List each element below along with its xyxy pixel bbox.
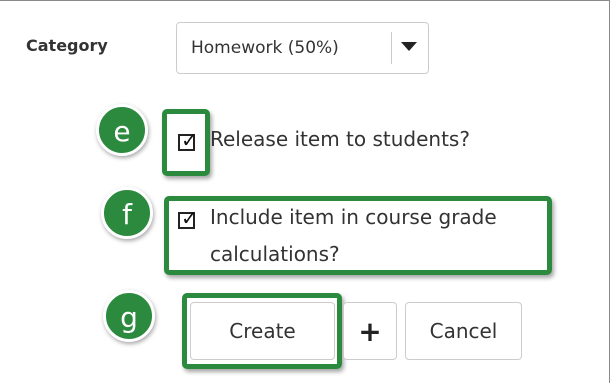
release-checkbox[interactable]: ✓	[178, 130, 198, 151]
annotation-badge-g: g	[103, 290, 155, 342]
checkmark-icon: ✓	[181, 128, 198, 152]
category-select-value: Homework (50%)	[191, 38, 339, 58]
release-label[interactable]: Release item to students?	[210, 121, 470, 157]
select-divider	[391, 32, 392, 64]
annotation-badge-f: f	[101, 187, 153, 239]
checkmark-icon: ✓	[181, 206, 198, 230]
cancel-button[interactable]: Cancel	[405, 302, 522, 360]
category-select[interactable]: Homework (50%)	[176, 22, 429, 74]
include-label-line1[interactable]: Include item in course grade	[210, 199, 497, 235]
category-label: Category	[26, 36, 108, 55]
annotation-badge-e: e	[96, 104, 148, 156]
include-label-line2[interactable]: calculations?	[210, 236, 340, 272]
highlight-create-button	[182, 293, 342, 369]
add-another-button[interactable]: +	[343, 302, 397, 360]
include-checkbox[interactable]: ✓	[178, 208, 198, 229]
caret-down-icon[interactable]	[401, 42, 417, 51]
